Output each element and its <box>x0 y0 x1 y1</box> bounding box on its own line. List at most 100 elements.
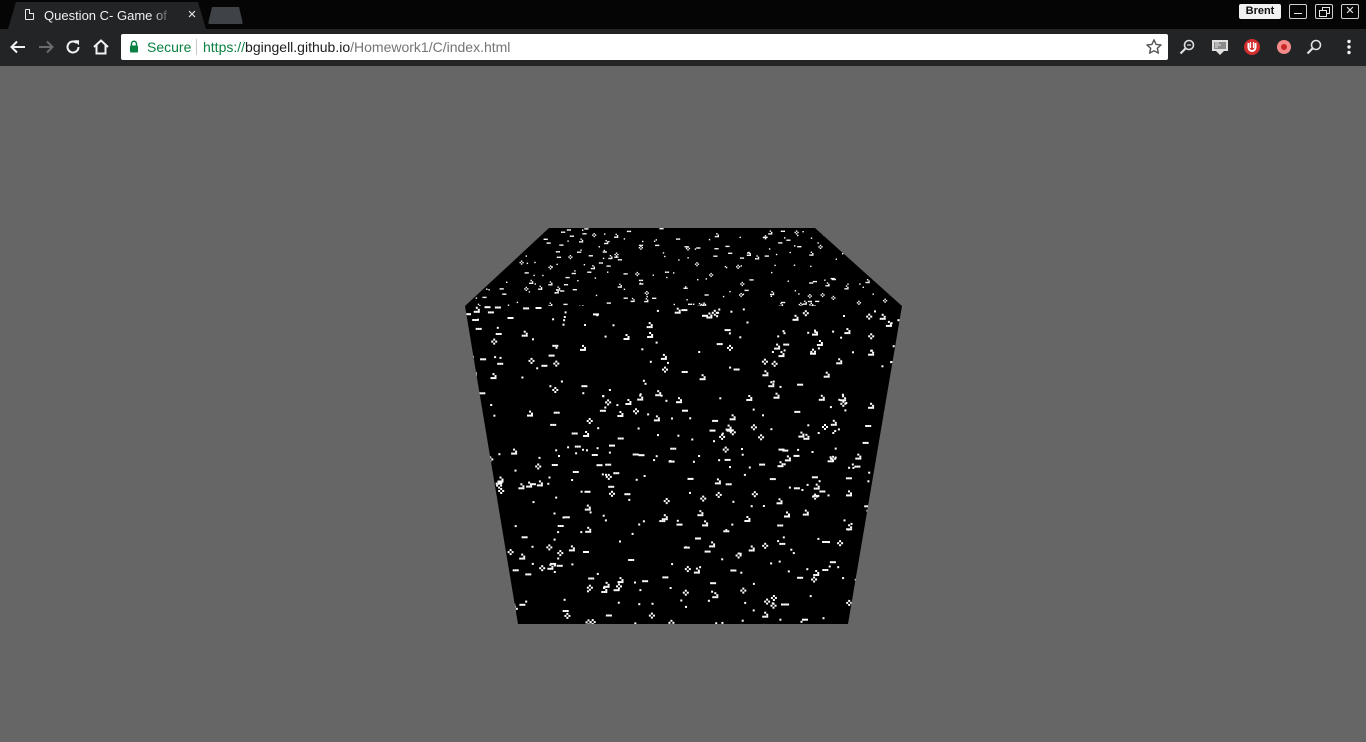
live-cell <box>810 352 812 355</box>
new-tab-button[interactable] <box>208 7 243 24</box>
live-cell <box>771 351 774 353</box>
live-cell <box>490 615 493 618</box>
live-cell <box>623 338 626 340</box>
live-cell <box>807 295 810 297</box>
profile-button[interactable]: Brent <box>1239 4 1281 19</box>
live-cell <box>638 523 641 526</box>
live-cell <box>524 288 526 290</box>
live-cell <box>868 557 871 560</box>
live-cell <box>816 333 818 336</box>
live-cell <box>741 281 743 284</box>
ublock-origin-icon[interactable] <box>1243 38 1261 56</box>
game-of-life-cube[interactable] <box>0 66 1366 742</box>
live-cell <box>814 493 817 496</box>
address-bar[interactable]: Secure https://bgingell.github.io/Homewo… <box>121 34 1168 60</box>
live-cell <box>631 532 634 535</box>
live-cell <box>680 599 683 602</box>
live-cell <box>492 377 495 380</box>
live-cell <box>662 252 665 254</box>
live-cell <box>717 234 719 236</box>
live-cell <box>820 342 823 344</box>
live-cell <box>475 457 478 460</box>
live-cell <box>748 466 751 469</box>
star-icon[interactable] <box>1145 38 1163 56</box>
live-cell <box>496 484 499 487</box>
live-cell <box>513 605 516 608</box>
live-cell <box>569 229 571 231</box>
live-cell <box>524 272 526 274</box>
live-cell <box>523 334 526 337</box>
live-cell <box>810 254 813 256</box>
live-cell <box>766 602 769 605</box>
back-button[interactable] <box>8 37 28 57</box>
live-cell <box>657 417 660 420</box>
reload-button[interactable] <box>63 37 83 57</box>
close-window-icon[interactable]: ✕ <box>1341 4 1359 19</box>
live-cell <box>545 238 547 240</box>
live-cell <box>708 316 711 319</box>
live-cell <box>710 316 713 319</box>
live-cell <box>472 387 475 389</box>
live-cell <box>781 603 783 606</box>
live-cell <box>704 550 707 553</box>
live-cell <box>852 466 855 469</box>
tab-close-icon[interactable]: × <box>185 7 199 23</box>
live-cell <box>701 374 704 377</box>
live-cell <box>655 419 658 422</box>
live-cell <box>737 556 740 559</box>
three-dot-menu-icon[interactable] <box>1340 38 1358 56</box>
live-cell <box>485 458 488 461</box>
live-cell <box>746 516 749 518</box>
live-cell <box>887 324 890 327</box>
live-cell <box>804 310 807 313</box>
live-cell <box>605 242 607 245</box>
live-cell <box>532 501 535 504</box>
live-cell <box>602 514 605 517</box>
live-cell <box>863 248 865 250</box>
live-cell <box>788 457 791 460</box>
live-cell <box>572 547 575 550</box>
live-cell <box>528 291 531 293</box>
active-tab[interactable]: Question C- Game of Life × <box>8 2 206 29</box>
live-cell <box>606 242 609 245</box>
live-cell <box>843 228 846 230</box>
live-cell <box>782 355 785 358</box>
live-cell <box>721 621 724 624</box>
live-cell <box>898 339 901 342</box>
live-cell <box>837 542 840 545</box>
zoom-extension-icon[interactable] <box>1305 38 1323 56</box>
live-cell <box>831 297 833 299</box>
live-cell <box>901 319 902 322</box>
live-cell <box>772 383 775 386</box>
restore-icon[interactable] <box>1315 4 1333 19</box>
live-cell <box>768 600 771 603</box>
live-cell <box>648 326 651 329</box>
live-cell <box>564 610 567 612</box>
live-cell <box>868 353 871 356</box>
home-button[interactable] <box>91 37 111 57</box>
live-cell <box>714 419 717 422</box>
live-cell <box>748 254 750 256</box>
record-extension-icon[interactable] <box>1275 38 1293 56</box>
magnifier-extension-icon[interactable] <box>1178 38 1196 56</box>
live-cell <box>614 253 616 256</box>
live-cell <box>678 523 681 526</box>
live-cell <box>531 562 534 565</box>
live-cell <box>759 463 762 466</box>
live-cell <box>846 241 849 243</box>
live-cell <box>667 361 669 364</box>
document-icon <box>25 9 34 20</box>
live-cell <box>868 505 871 508</box>
live-cell <box>797 576 800 579</box>
live-cell <box>587 623 590 624</box>
live-cell <box>592 265 594 267</box>
live-cell <box>778 345 781 348</box>
screenshot-extension-icon[interactable] <box>1211 38 1229 56</box>
live-cell <box>683 309 686 312</box>
live-cell <box>699 566 702 569</box>
live-cell <box>486 624 488 626</box>
forward-button[interactable] <box>36 37 56 57</box>
live-cell <box>824 279 826 281</box>
url-text[interactable]: https://bgingell.github.io/Homework1/C/i… <box>203 39 510 55</box>
minimize-icon[interactable] <box>1289 4 1307 19</box>
